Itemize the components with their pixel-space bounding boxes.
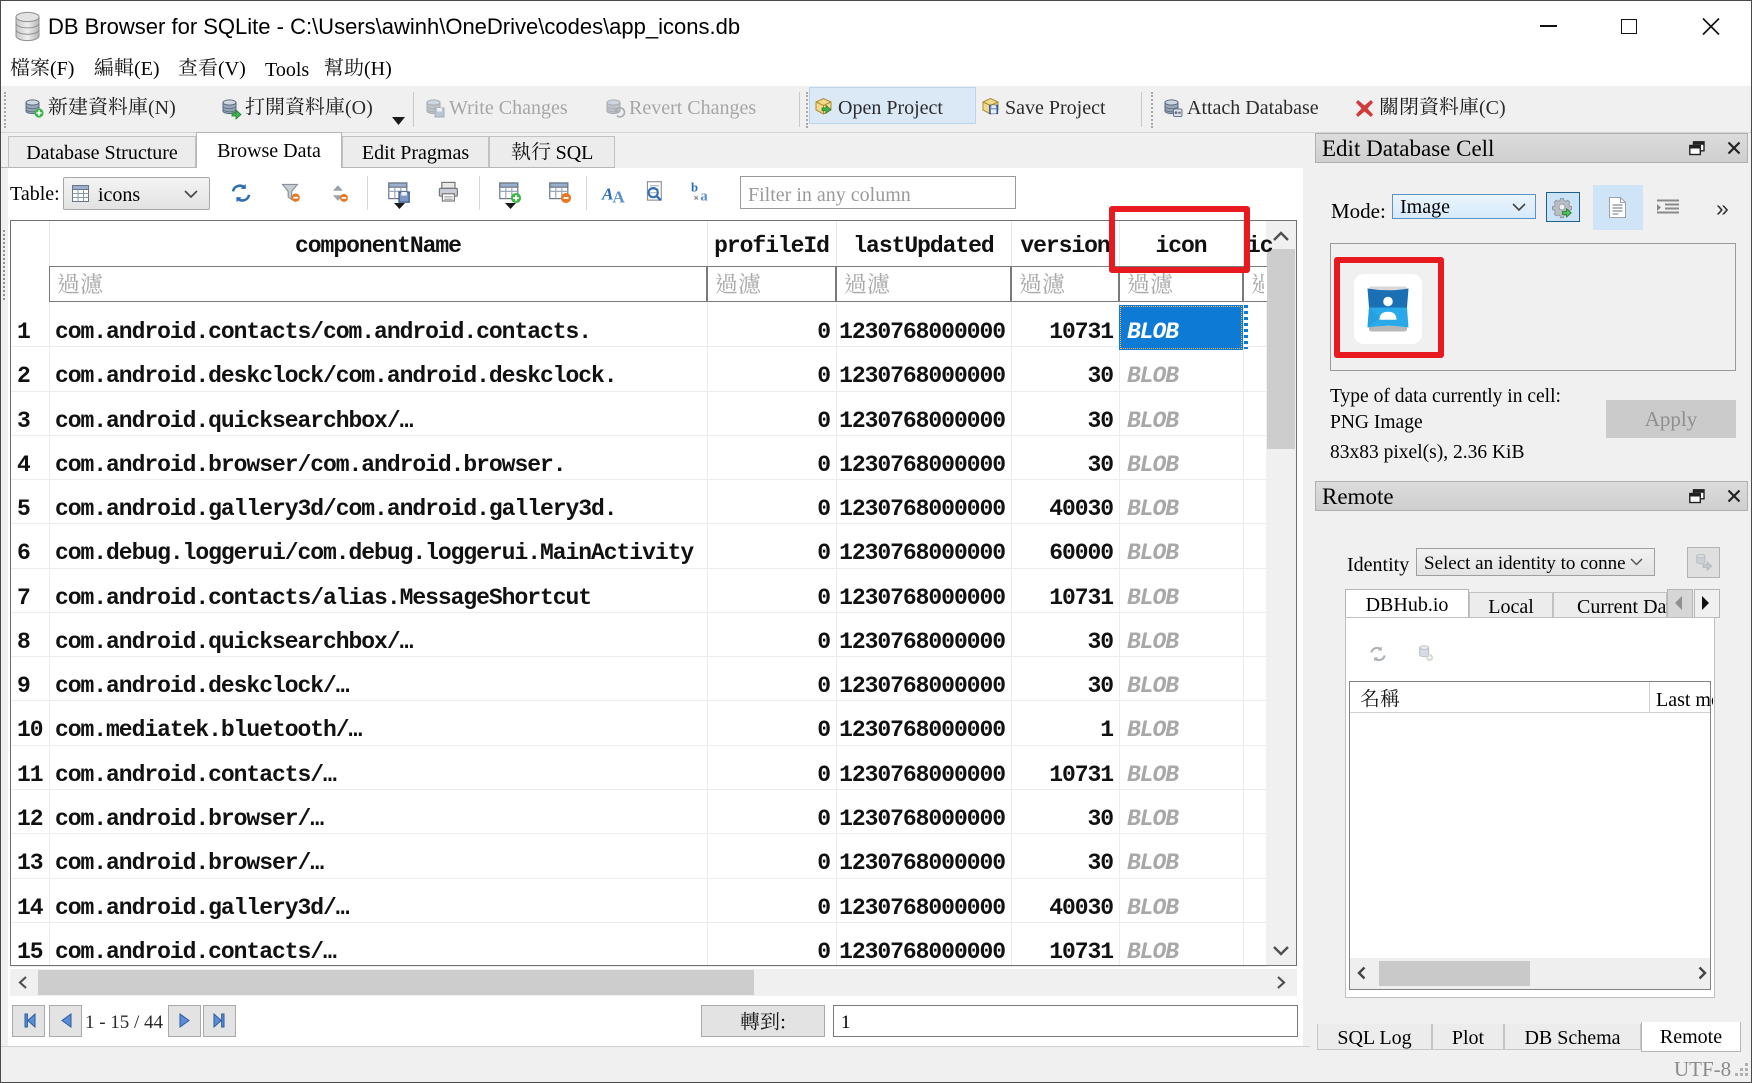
svg-text:A: A <box>612 188 625 207</box>
svg-text:a: a <box>700 189 708 205</box>
svg-text:b: b <box>691 181 698 195</box>
